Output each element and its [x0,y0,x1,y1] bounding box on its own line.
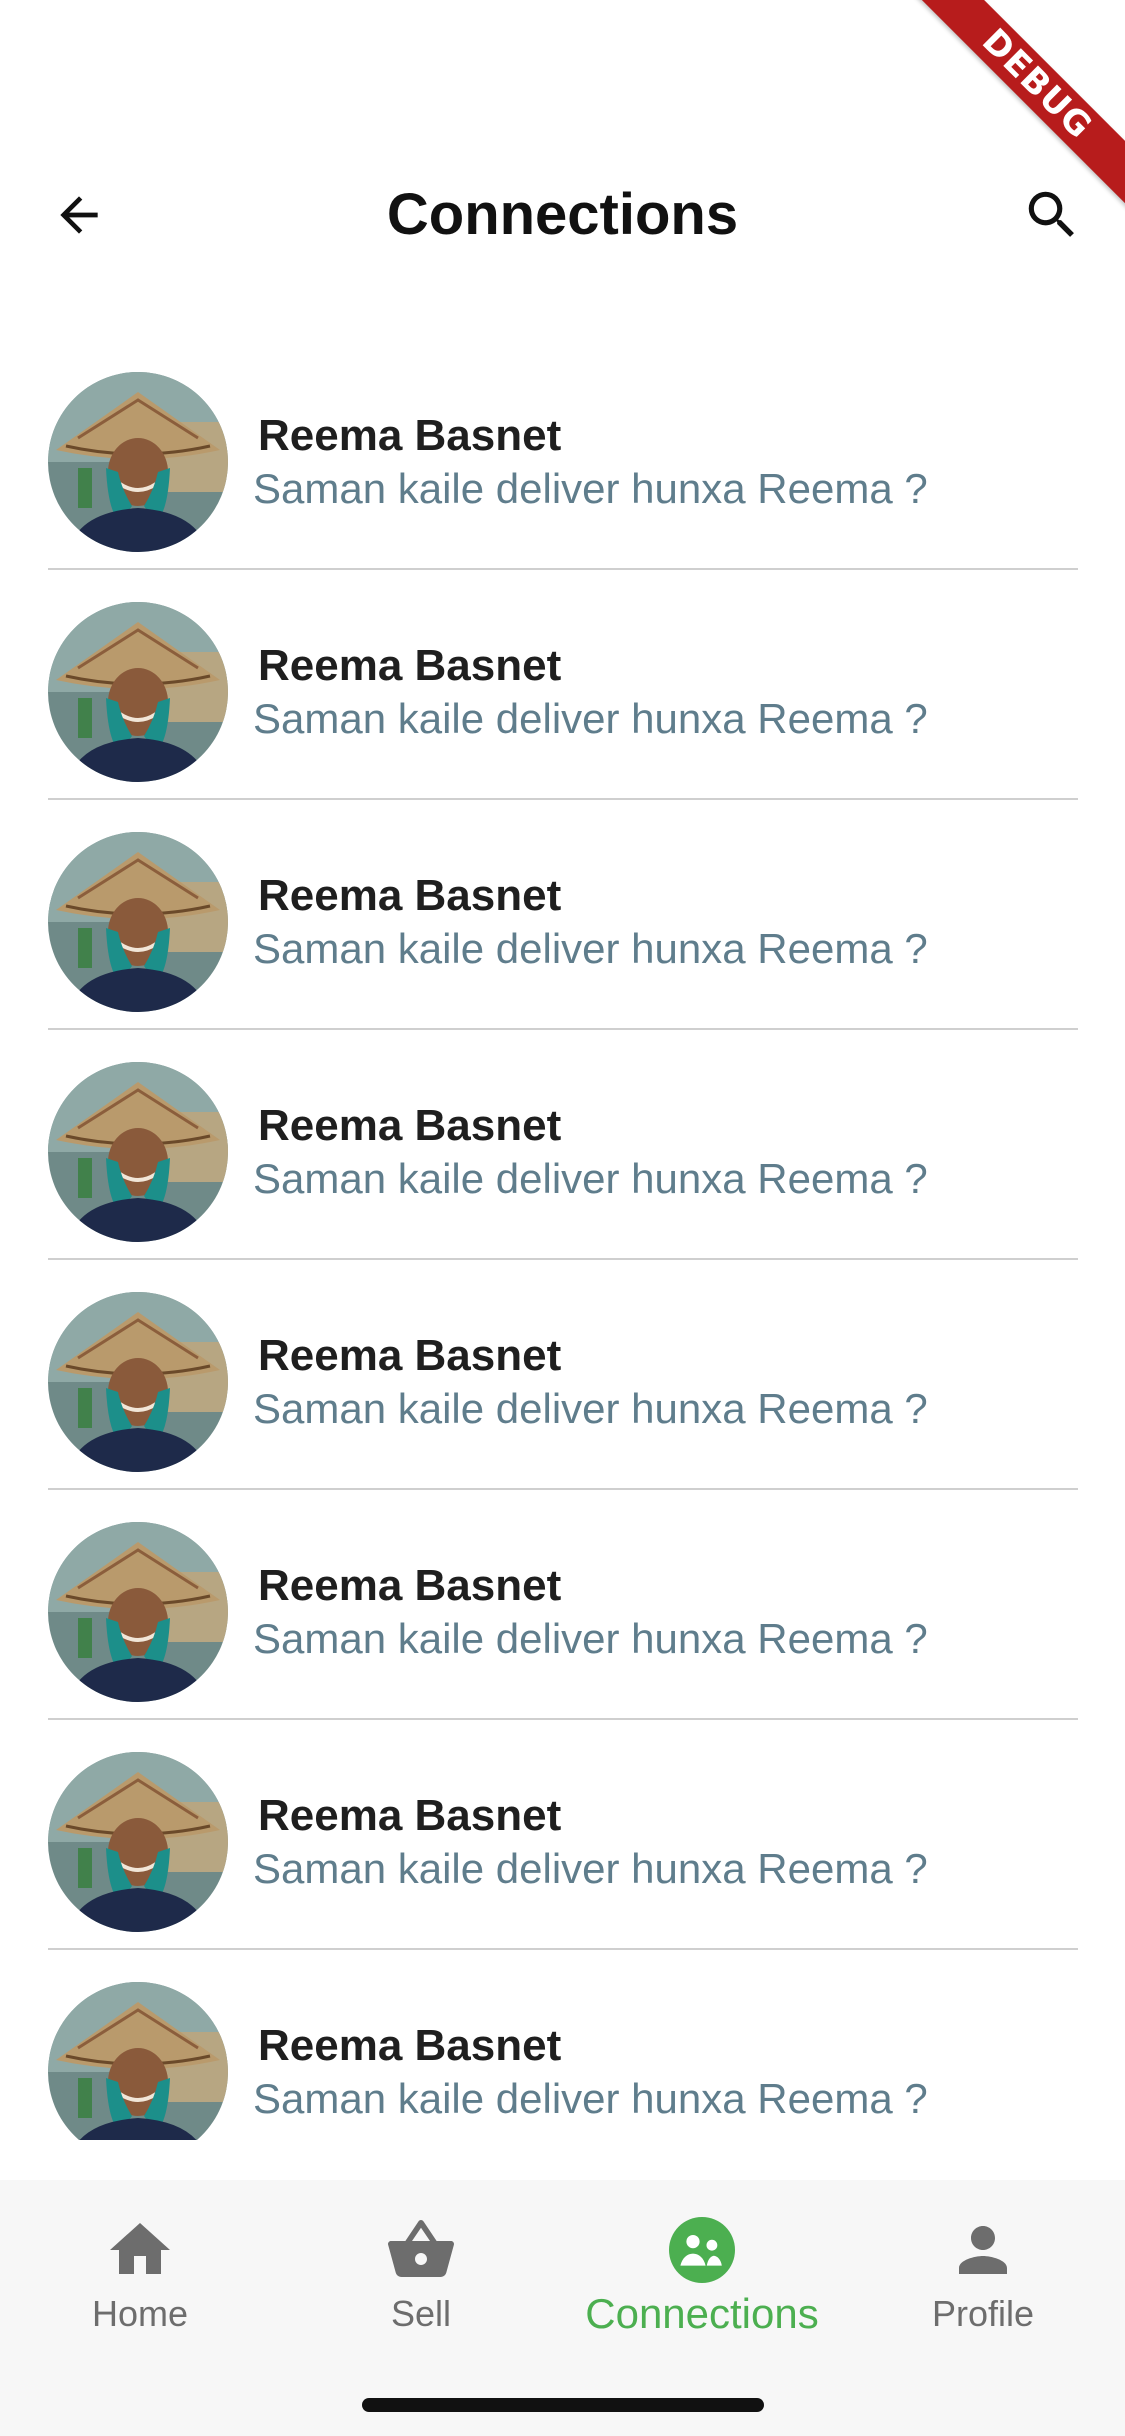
nav-item-profile[interactable]: Profile [843,2214,1123,2364]
avatar [48,1522,228,1702]
connection-message: Saman kaile deliver hunxa Reema ? [253,925,928,972]
nav-label-sell: Sell [390,2293,452,2334]
avatar [48,1752,228,1932]
avatar [48,1292,228,1472]
list-item[interactable]: Reema Basnet Saman kaile deliver hunxa R… [48,1490,1078,1720]
connection-name: Reema Basnet [258,411,562,460]
avatar [48,1062,228,1242]
connection-name: Reema Basnet [258,1101,562,1150]
list-item[interactable]: Reema Basnet Saman kaile deliver hunxa R… [48,340,1078,570]
list-item[interactable]: Reema Basnet Saman kaile deliver hunxa R… [48,1720,1078,1950]
nav-label-profile: Profile [931,2293,1035,2334]
app-bar: Connections [0,160,1125,270]
home-indicator[interactable] [362,2398,764,2412]
nav-item-home[interactable]: Home [0,2214,280,2364]
connection-name: Reema Basnet [258,1791,562,1840]
connection-message: Saman kaile deliver hunxa Reema ? [253,2075,928,2122]
avatar [48,1982,228,2140]
search-button[interactable] [1017,180,1087,250]
avatar [48,832,228,1012]
avatar [48,372,228,552]
connections-list: Reema Basnet Saman kaile deliver hunxa R… [48,340,1078,2140]
list-item[interactable]: Reema Basnet Saman kaile deliver hunxa R… [48,1950,1078,2140]
nav-label-home: Home [91,2293,189,2334]
connection-name: Reema Basnet [258,2021,562,2070]
list-item[interactable]: Reema Basnet Saman kaile deliver hunxa R… [48,1030,1078,1260]
person-icon [959,2226,1007,2274]
connection-name: Reema Basnet [258,871,562,920]
connection-message: Saman kaile deliver hunxa Reema ? [253,1615,928,1662]
nav-item-connections[interactable]: Connections [562,2214,842,2364]
list-item[interactable]: Reema Basnet Saman kaile deliver hunxa R… [48,1260,1078,1490]
connection-name: Reema Basnet [258,641,562,690]
connection-message: Saman kaile deliver hunxa Reema ? [253,1845,928,1892]
connection-message: Saman kaile deliver hunxa Reema ? [253,465,928,512]
nav-item-sell[interactable]: Sell [281,2214,561,2364]
search-icon [1028,191,1074,237]
connection-message: Saman kaile deliver hunxa Reema ? [253,695,928,742]
connection-name: Reema Basnet [258,1561,562,1610]
home-icon [110,2223,170,2274]
nav-label-connections: Connections [585,2290,819,2337]
connection-message: Saman kaile deliver hunxa Reema ? [253,1155,928,1202]
list-item[interactable]: Reema Basnet Saman kaile deliver hunxa R… [48,800,1078,1030]
avatar [48,602,228,782]
page-title: Connections [386,182,739,247]
list-item[interactable]: Reema Basnet Saman kaile deliver hunxa R… [48,570,1078,800]
connections-icon [669,2217,735,2283]
connection-name: Reema Basnet [258,1331,562,1380]
connection-message: Saman kaile deliver hunxa Reema ? [253,1385,928,1432]
basket-icon [388,2220,454,2277]
